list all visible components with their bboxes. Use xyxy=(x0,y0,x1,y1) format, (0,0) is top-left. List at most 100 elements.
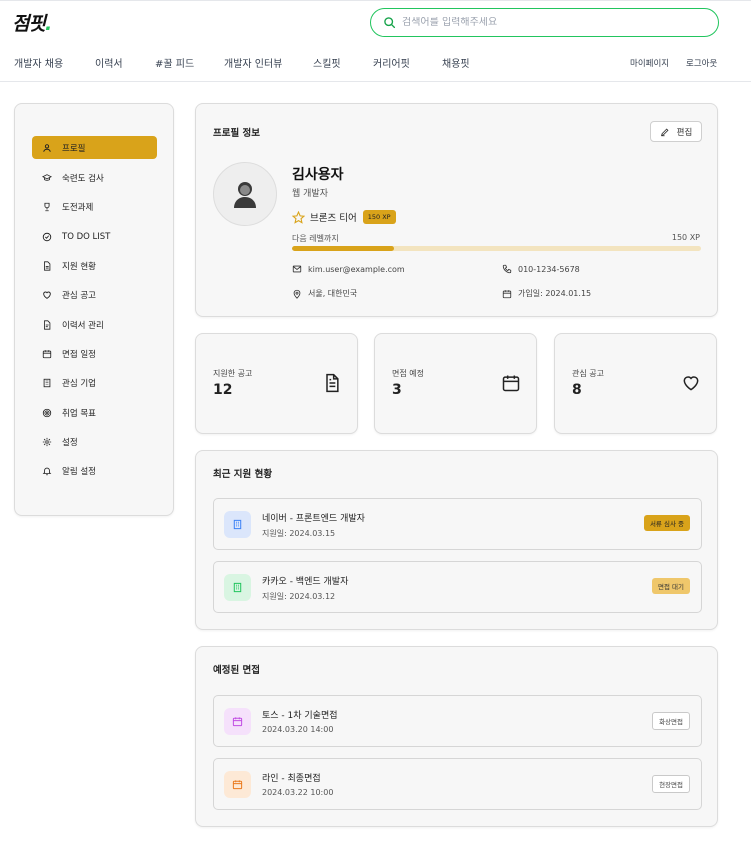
search-input[interactable] xyxy=(402,17,692,28)
nav-skillfit[interactable]: 스킬핏 xyxy=(313,55,341,70)
heart-icon xyxy=(683,376,699,391)
company-building-icon xyxy=(224,511,251,538)
logo[interactable]: 점핏. xyxy=(12,9,52,36)
sidebar-item-label: TO DO LIST xyxy=(62,231,111,242)
file-icon xyxy=(42,319,52,330)
application-title: 카카오 - 백엔드 개발자 xyxy=(262,577,349,587)
email-value: kim.user@example.com xyxy=(308,264,405,274)
joined-info: 가입일: 2024.01.15 xyxy=(502,288,591,299)
stat-card-saved[interactable]: 관심 공고 8 xyxy=(554,333,717,434)
logout-link[interactable]: 로그아웃 xyxy=(686,57,717,69)
sidebar-item-settings[interactable]: 설정 xyxy=(32,430,157,453)
application-title: 네이버 - 프론트엔드 개발자 xyxy=(262,514,365,524)
sidebar-item-interview-schedule[interactable]: 면접 일정 xyxy=(32,342,157,365)
calendar-icon xyxy=(42,349,52,359)
trophy-icon xyxy=(42,202,52,212)
interview-title: 라인 - 최종면접 xyxy=(262,774,321,784)
sidebar-item-label: 관심 공고 xyxy=(62,290,96,301)
check-circle-icon xyxy=(42,232,52,242)
sidebar-item-label: 알림 설정 xyxy=(62,466,96,477)
nav-resume[interactable]: 이력서 xyxy=(95,55,123,70)
interview-title: 토스 - 1차 기술면접 xyxy=(262,711,338,721)
user-avatar-icon xyxy=(234,182,256,208)
level-progress-fill xyxy=(292,246,395,251)
graduation-cap-icon xyxy=(42,173,52,183)
avatar[interactable] xyxy=(213,162,277,226)
location-value: 서울, 대한민국 xyxy=(308,289,358,298)
mail-icon xyxy=(292,265,302,273)
sidebar-item-saved-jobs[interactable]: 관심 공고 xyxy=(32,283,157,306)
calendar-icon xyxy=(224,708,251,735)
nav-developer-jobs[interactable]: 개발자 채용 xyxy=(14,55,63,70)
interview-row[interactable]: 라인 - 최종면접 2024.03.22 10:00 현장면접 xyxy=(213,758,702,810)
target-icon xyxy=(42,408,52,418)
sidebar-item-applications[interactable]: 지원 현황 xyxy=(32,254,157,277)
location-pin-icon xyxy=(293,289,301,299)
status-badge: 면접 대기 xyxy=(652,578,690,594)
level-progress-bar xyxy=(292,246,701,251)
calendar-icon xyxy=(502,289,512,298)
stat-card-interviews[interactable]: 면접 예정 3 xyxy=(374,333,537,434)
search-bar[interactable] xyxy=(370,8,719,37)
sidebar-item-career-goals[interactable]: 취업 목표 xyxy=(32,401,157,424)
stat-value: 8 xyxy=(572,382,582,398)
star-icon xyxy=(292,210,305,224)
company-building-icon xyxy=(224,574,251,601)
interview-datetime: 2024.03.22 10:00 xyxy=(262,788,334,797)
nav-careerfit[interactable]: 커리어핏 xyxy=(373,55,410,70)
sidebar-item-label: 숙련도 검사 xyxy=(62,173,104,184)
stat-card-applied[interactable]: 지원한 공고 12 xyxy=(195,333,358,434)
sidebar-item-label: 면접 일정 xyxy=(62,349,96,360)
sidebar-item-label: 취업 목표 xyxy=(62,408,96,419)
gear-icon xyxy=(42,437,52,447)
stat-label: 면접 예정 xyxy=(392,369,424,378)
document-icon xyxy=(326,373,339,393)
heart-icon xyxy=(42,290,52,300)
calendar-icon xyxy=(224,771,251,798)
interview-row[interactable]: 토스 - 1차 기술면접 2024.03.20 14:00 화상면접 xyxy=(213,695,702,747)
stat-value: 12 xyxy=(213,382,233,398)
nav-hiringfit[interactable]: 채용핏 xyxy=(442,55,470,70)
tier-row: 브론즈 티어 150 XP xyxy=(292,210,396,224)
scheduled-interviews-title: 예정된 면접 xyxy=(213,665,261,676)
sidebar-item-notification-settings[interactable]: 알림 설정 xyxy=(32,459,157,482)
nav-honey-feed[interactable]: #꿀 피드 xyxy=(155,55,194,70)
user-name: 김사용자 xyxy=(292,167,344,183)
main-nav: 개발자 채용 이력서 #꿀 피드 개발자 인터뷰 스킬핏 커리어핏 채용핏 마이… xyxy=(0,52,751,72)
my-page-link[interactable]: 마이페이지 xyxy=(630,57,669,69)
nav-developer-interview[interactable]: 개발자 인터뷰 xyxy=(224,55,282,70)
sidebar-item-profile[interactable]: 프로필 xyxy=(32,136,157,159)
sidebar: 프로필 숙련도 검사 도전과제 TO DO LIST 지원 현황 관심 공고 이… xyxy=(14,103,174,516)
location-info: 서울, 대한민국 xyxy=(292,288,357,299)
building-icon xyxy=(42,378,52,388)
status-badge: 서류 심사 중 xyxy=(643,515,690,531)
next-level-label: 다음 레벨까지 xyxy=(292,234,339,243)
joined-value: 가입일: 2024.01.15 xyxy=(518,289,592,298)
application-date: 지원일: 2024.03.12 xyxy=(262,592,336,601)
sidebar-item-label: 설정 xyxy=(62,437,78,448)
sidebar-item-todo-list[interactable]: TO DO LIST xyxy=(32,225,157,248)
sidebar-item-label: 이력서 관리 xyxy=(62,320,104,331)
stat-label: 지원한 공고 xyxy=(213,369,253,378)
stat-value: 3 xyxy=(392,382,402,398)
interview-type-badge: 현장면접 xyxy=(652,775,690,793)
tier-label: 브론즈 티어 xyxy=(310,213,357,224)
pencil-icon xyxy=(660,127,669,136)
phone-icon xyxy=(502,264,512,274)
document-icon xyxy=(42,260,52,271)
interview-datetime: 2024.03.20 14:00 xyxy=(262,725,334,734)
sidebar-item-saved-companies[interactable]: 관심 기업 xyxy=(32,371,157,394)
sidebar-item-challenges[interactable]: 도전과제 xyxy=(32,195,157,218)
sidebar-item-skill-test[interactable]: 숙련도 검사 xyxy=(32,166,157,189)
sidebar-item-label: 관심 기업 xyxy=(62,378,96,389)
recent-applications-title: 최근 지원 현황 xyxy=(213,469,273,480)
edit-button[interactable]: 편집 xyxy=(650,121,702,142)
scheduled-interviews-card: 예정된 면접 토스 - 1차 기술면접 2024.03.20 14:00 화상면… xyxy=(195,646,718,827)
email-info: kim.user@example.com xyxy=(292,264,405,274)
search-icon xyxy=(384,17,396,29)
recent-applications-card: 최근 지원 현황 네이버 - 프론트엔드 개발자 지원일: 2024.03.15… xyxy=(195,450,718,630)
sidebar-item-resume-management[interactable]: 이력서 관리 xyxy=(32,313,157,336)
application-row[interactable]: 카카오 - 백엔드 개발자 지원일: 2024.03.12 면접 대기 xyxy=(213,561,702,613)
bell-icon xyxy=(42,466,52,476)
application-row[interactable]: 네이버 - 프론트엔드 개발자 지원일: 2024.03.15 서류 심사 중 xyxy=(213,498,702,550)
